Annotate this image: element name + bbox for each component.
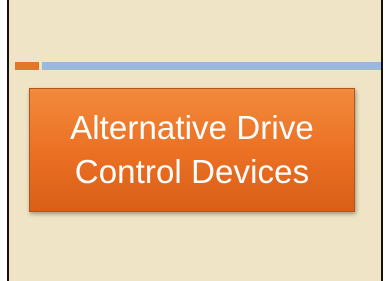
- accent-bar-orange: [15, 62, 39, 70]
- accent-bar-blue: [42, 62, 381, 70]
- slide: Alternative Drive Control Devices: [7, 0, 383, 281]
- slide-title: Alternative Drive Control Devices: [70, 109, 314, 190]
- title-box: Alternative Drive Control Devices: [29, 88, 355, 212]
